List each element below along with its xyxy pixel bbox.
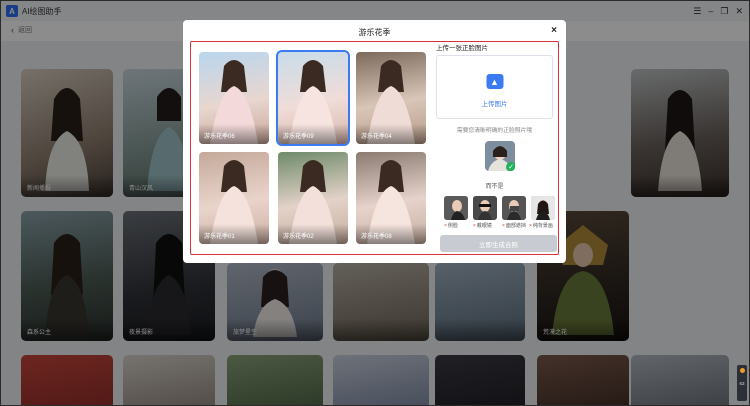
thumbnail-label: 游乐花季04 (361, 134, 392, 140)
upload-button-label: 上传图片 (481, 101, 508, 108)
template-thumbnail[interactable]: 游乐花季01 (199, 152, 269, 244)
modal-close-icon[interactable]: × (551, 25, 557, 36)
thumbnail-label: 游乐花季01 (204, 234, 235, 240)
template-thumbnail[interactable]: 游乐花季09 (276, 50, 350, 146)
side-widget-label: 63 (739, 381, 745, 386)
cross-icon: × (502, 223, 505, 229)
template-thumbnail[interactable]: 游乐花季02 (278, 152, 348, 244)
template-modal: 游乐花季 × 游乐花季06 游乐花季09 游乐花季04 游乐花季01 游乐花季0… (183, 20, 566, 263)
modal-title: 游乐花季 (358, 28, 391, 37)
template-thumbnail[interactable]: 游乐花季06 (199, 52, 269, 144)
status-dot-icon (739, 368, 745, 373)
good-example-photo: ✓ (485, 141, 515, 171)
face-figure (444, 196, 468, 220)
upload-hint: 需要您清晰明确的正脸照片哦 (456, 128, 533, 134)
thumbnail-label: 游乐花季02 (283, 234, 314, 240)
generate-button[interactable]: 立即生成合照 (440, 235, 557, 252)
face-figure (473, 196, 497, 220)
bad-example-label: ×面部遮挡 (502, 223, 526, 229)
upload-dropzone[interactable]: ▲ 上传图片 (436, 55, 553, 119)
image-upload-icon: ▲ (486, 74, 503, 89)
cross-icon: × (473, 223, 476, 229)
upload-heading: 上传一张正脸图片 (436, 45, 488, 52)
floating-side-widget[interactable]: 63 (737, 365, 747, 401)
bad-example-label: ×纯背景画 (529, 223, 553, 229)
bad-example-photo (502, 196, 526, 220)
bad-example-label: ×侧脸 (444, 223, 458, 229)
template-thumbnail[interactable]: 游乐花季08 (356, 152, 426, 244)
app-window: A AI绘图助手 ☰ – ❐ ✕ ‹ 返回 新闻播报 青山汉风 森系公主 夜景摄… (0, 0, 750, 406)
bad-example-photo (531, 196, 555, 220)
bad-examples-heading: 而不是 (485, 184, 504, 190)
cross-icon: × (444, 223, 447, 229)
bad-example-photo (473, 196, 497, 220)
face-figure (502, 196, 526, 220)
template-thumbnail[interactable]: 游乐花季04 (356, 52, 426, 144)
bad-example-label: ×戴眼镜 (473, 223, 492, 229)
bad-example-photo (444, 196, 468, 220)
check-icon: ✓ (506, 162, 515, 171)
thumbnail-label: 游乐花季06 (204, 134, 235, 140)
cross-icon: × (529, 223, 532, 229)
thumbnail-label: 游乐花季08 (361, 234, 392, 240)
thumbnail-label: 游乐花季09 (283, 134, 314, 140)
face-figure (531, 196, 555, 220)
